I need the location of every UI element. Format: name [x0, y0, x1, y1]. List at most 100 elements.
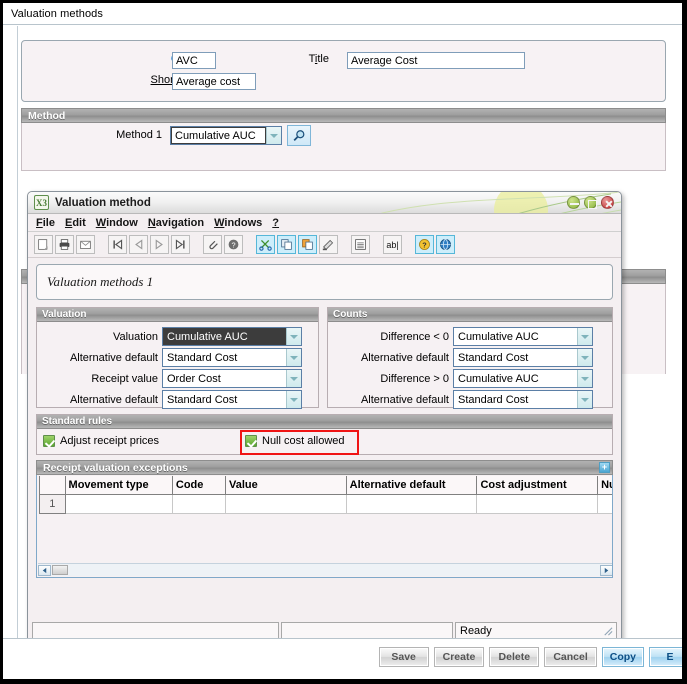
valuation-row-1: Alternative default Standard Cost: [37, 348, 318, 367]
chevron-down-icon[interactable]: [577, 328, 592, 345]
adjust-receipt-prices-checkbox[interactable]: Adjust receipt prices: [43, 435, 159, 447]
app-titlebar: Valuation methods: [3, 3, 682, 25]
counts-row-1-combo[interactable]: Standard Cost: [453, 348, 593, 367]
col-alternative-default[interactable]: Alternative default: [345, 476, 478, 495]
counts-row-1-value[interactable]: Standard Cost: [454, 349, 577, 366]
col-movement-type[interactable]: Movement type: [64, 476, 173, 495]
bottom-button-group: Save Create Delete Cancel Copy E: [378, 647, 682, 667]
dialog-subtitle: Valuation methods 1: [47, 274, 154, 289]
chevron-down-icon[interactable]: [286, 370, 301, 387]
col-cost-adjustment[interactable]: Cost adjustment: [476, 476, 599, 495]
scroll-left-icon[interactable]: [38, 564, 51, 576]
short-title-input[interactable]: Average cost: [172, 73, 256, 90]
table-row[interactable]: 1: [39, 493, 612, 514]
web-globe-icon[interactable]: [436, 235, 455, 254]
cell-value[interactable]: [225, 493, 347, 514]
method1-value[interactable]: Cumulative AUC: [171, 127, 266, 144]
method-section-header: Method: [21, 108, 666, 123]
mail-icon[interactable]: [76, 235, 95, 254]
tools-scissors-icon[interactable]: [256, 235, 275, 254]
valuation-row-2-combo[interactable]: Order Cost: [162, 369, 302, 388]
valuation-row-3-combo[interactable]: Standard Cost: [162, 390, 302, 409]
menu-edit[interactable]: Edit: [65, 217, 86, 229]
help-question-icon[interactable]: ?: [415, 235, 434, 254]
menu-help[interactable]: ?: [272, 217, 279, 229]
chevron-down-icon[interactable]: [286, 391, 301, 408]
attachment-icon[interactable]: [203, 235, 222, 254]
print-icon[interactable]: [55, 235, 74, 254]
close-icon[interactable]: [601, 196, 614, 209]
previous-record-icon[interactable]: [129, 235, 148, 254]
text-field-icon[interactable]: ab|: [383, 235, 402, 254]
chevron-down-icon[interactable]: [286, 349, 301, 366]
x3-app-icon: X3: [34, 195, 49, 210]
chevron-down-icon[interactable]: [577, 370, 592, 387]
next-record-icon[interactable]: [150, 235, 169, 254]
col-value[interactable]: Value: [225, 476, 347, 495]
valuation-row-2-value[interactable]: Order Cost: [163, 370, 286, 387]
counts-row-0-combo[interactable]: Cumulative AUC: [453, 327, 593, 346]
end-button-bottom[interactable]: E: [649, 647, 682, 667]
scrollbar-thumb[interactable]: [52, 565, 68, 575]
valuation-row-0-combo[interactable]: Cumulative AUC: [162, 327, 302, 346]
counts-row-3: Alternative default Standard Cost: [328, 390, 612, 409]
method1-lookup-button[interactable]: [287, 125, 311, 146]
counts-row-2-value[interactable]: Cumulative AUC: [454, 370, 577, 387]
valuation-row-1-value[interactable]: Standard Cost: [163, 349, 286, 366]
signature-icon[interactable]: [319, 235, 338, 254]
maximize-icon[interactable]: [584, 196, 597, 209]
counts-row-0: Difference < 0 Cumulative AUC: [328, 327, 612, 346]
col-code[interactable]: Code: [171, 476, 227, 495]
delete-button[interactable]: Delete: [489, 647, 540, 667]
cell-nu[interactable]: [597, 493, 612, 514]
col-nu[interactable]: Nu: [597, 476, 612, 495]
counts-row-0-value[interactable]: Cumulative AUC: [454, 328, 577, 345]
counts-row-2-combo[interactable]: Cumulative AUC: [453, 369, 593, 388]
chevron-down-icon[interactable]: [286, 328, 301, 345]
dialog-title: Valuation method: [55, 196, 151, 209]
counts-row-3-combo[interactable]: Standard Cost: [453, 390, 593, 409]
save-button[interactable]: Save: [378, 647, 429, 667]
title-field-row: Title: [222, 53, 334, 65]
list-view-icon[interactable]: [351, 235, 370, 254]
menu-navigation[interactable]: Navigation: [148, 217, 204, 229]
paste-record-icon[interactable]: [298, 235, 317, 254]
menu-windows[interactable]: Windows: [214, 217, 262, 229]
cancel-button[interactable]: Cancel: [544, 647, 597, 667]
valuation-row-3-value[interactable]: Standard Cost: [163, 391, 286, 408]
menu-window[interactable]: Window: [96, 217, 138, 229]
method1-combo[interactable]: Cumulative AUC: [170, 126, 282, 145]
dialog-toolbar: ? ab| ?: [28, 232, 621, 258]
menu-file[interactable]: File: [36, 217, 55, 229]
scroll-right-icon[interactable]: [600, 564, 612, 576]
valuation-row-3: Alternative default Standard Cost: [37, 390, 318, 409]
counts-row-3-value[interactable]: Standard Cost: [454, 391, 577, 408]
svg-text:?: ?: [422, 240, 427, 249]
minimize-icon[interactable]: [567, 196, 580, 209]
window-buttons: [567, 196, 614, 209]
chevron-down-icon[interactable]: [577, 349, 592, 366]
code-input[interactable]: AVC: [172, 52, 216, 69]
dialog-titlebar[interactable]: X3 Valuation method: [28, 192, 621, 214]
copy-record-icon[interactable]: [277, 235, 296, 254]
grid-horizontal-scrollbar[interactable]: [38, 563, 612, 576]
first-record-icon[interactable]: [108, 235, 127, 254]
counts-row-1-label: Alternative default: [360, 351, 449, 364]
chevron-down-icon[interactable]: [266, 127, 281, 144]
title-input[interactable]: Average Cost: [347, 52, 525, 69]
expand-grid-icon[interactable]: +: [599, 462, 610, 473]
create-button[interactable]: Create: [433, 647, 485, 667]
valuation-row-1-combo[interactable]: Standard Cost: [162, 348, 302, 367]
copy-button[interactable]: Copy: [601, 647, 644, 667]
cell-alternative-default[interactable]: [345, 493, 478, 514]
svg-text:?: ?: [231, 240, 235, 249]
resize-grip-icon[interactable]: [602, 625, 613, 636]
valuation-row-0-value[interactable]: Cumulative AUC: [163, 328, 286, 345]
cell-cost-adjustment[interactable]: [476, 493, 599, 514]
help-circle-icon[interactable]: ?: [224, 235, 243, 254]
new-icon[interactable]: [34, 235, 53, 254]
cell-movement-type[interactable]: [64, 493, 173, 514]
cell-code[interactable]: [171, 493, 227, 514]
last-record-icon[interactable]: [171, 235, 190, 254]
chevron-down-icon[interactable]: [577, 391, 592, 408]
